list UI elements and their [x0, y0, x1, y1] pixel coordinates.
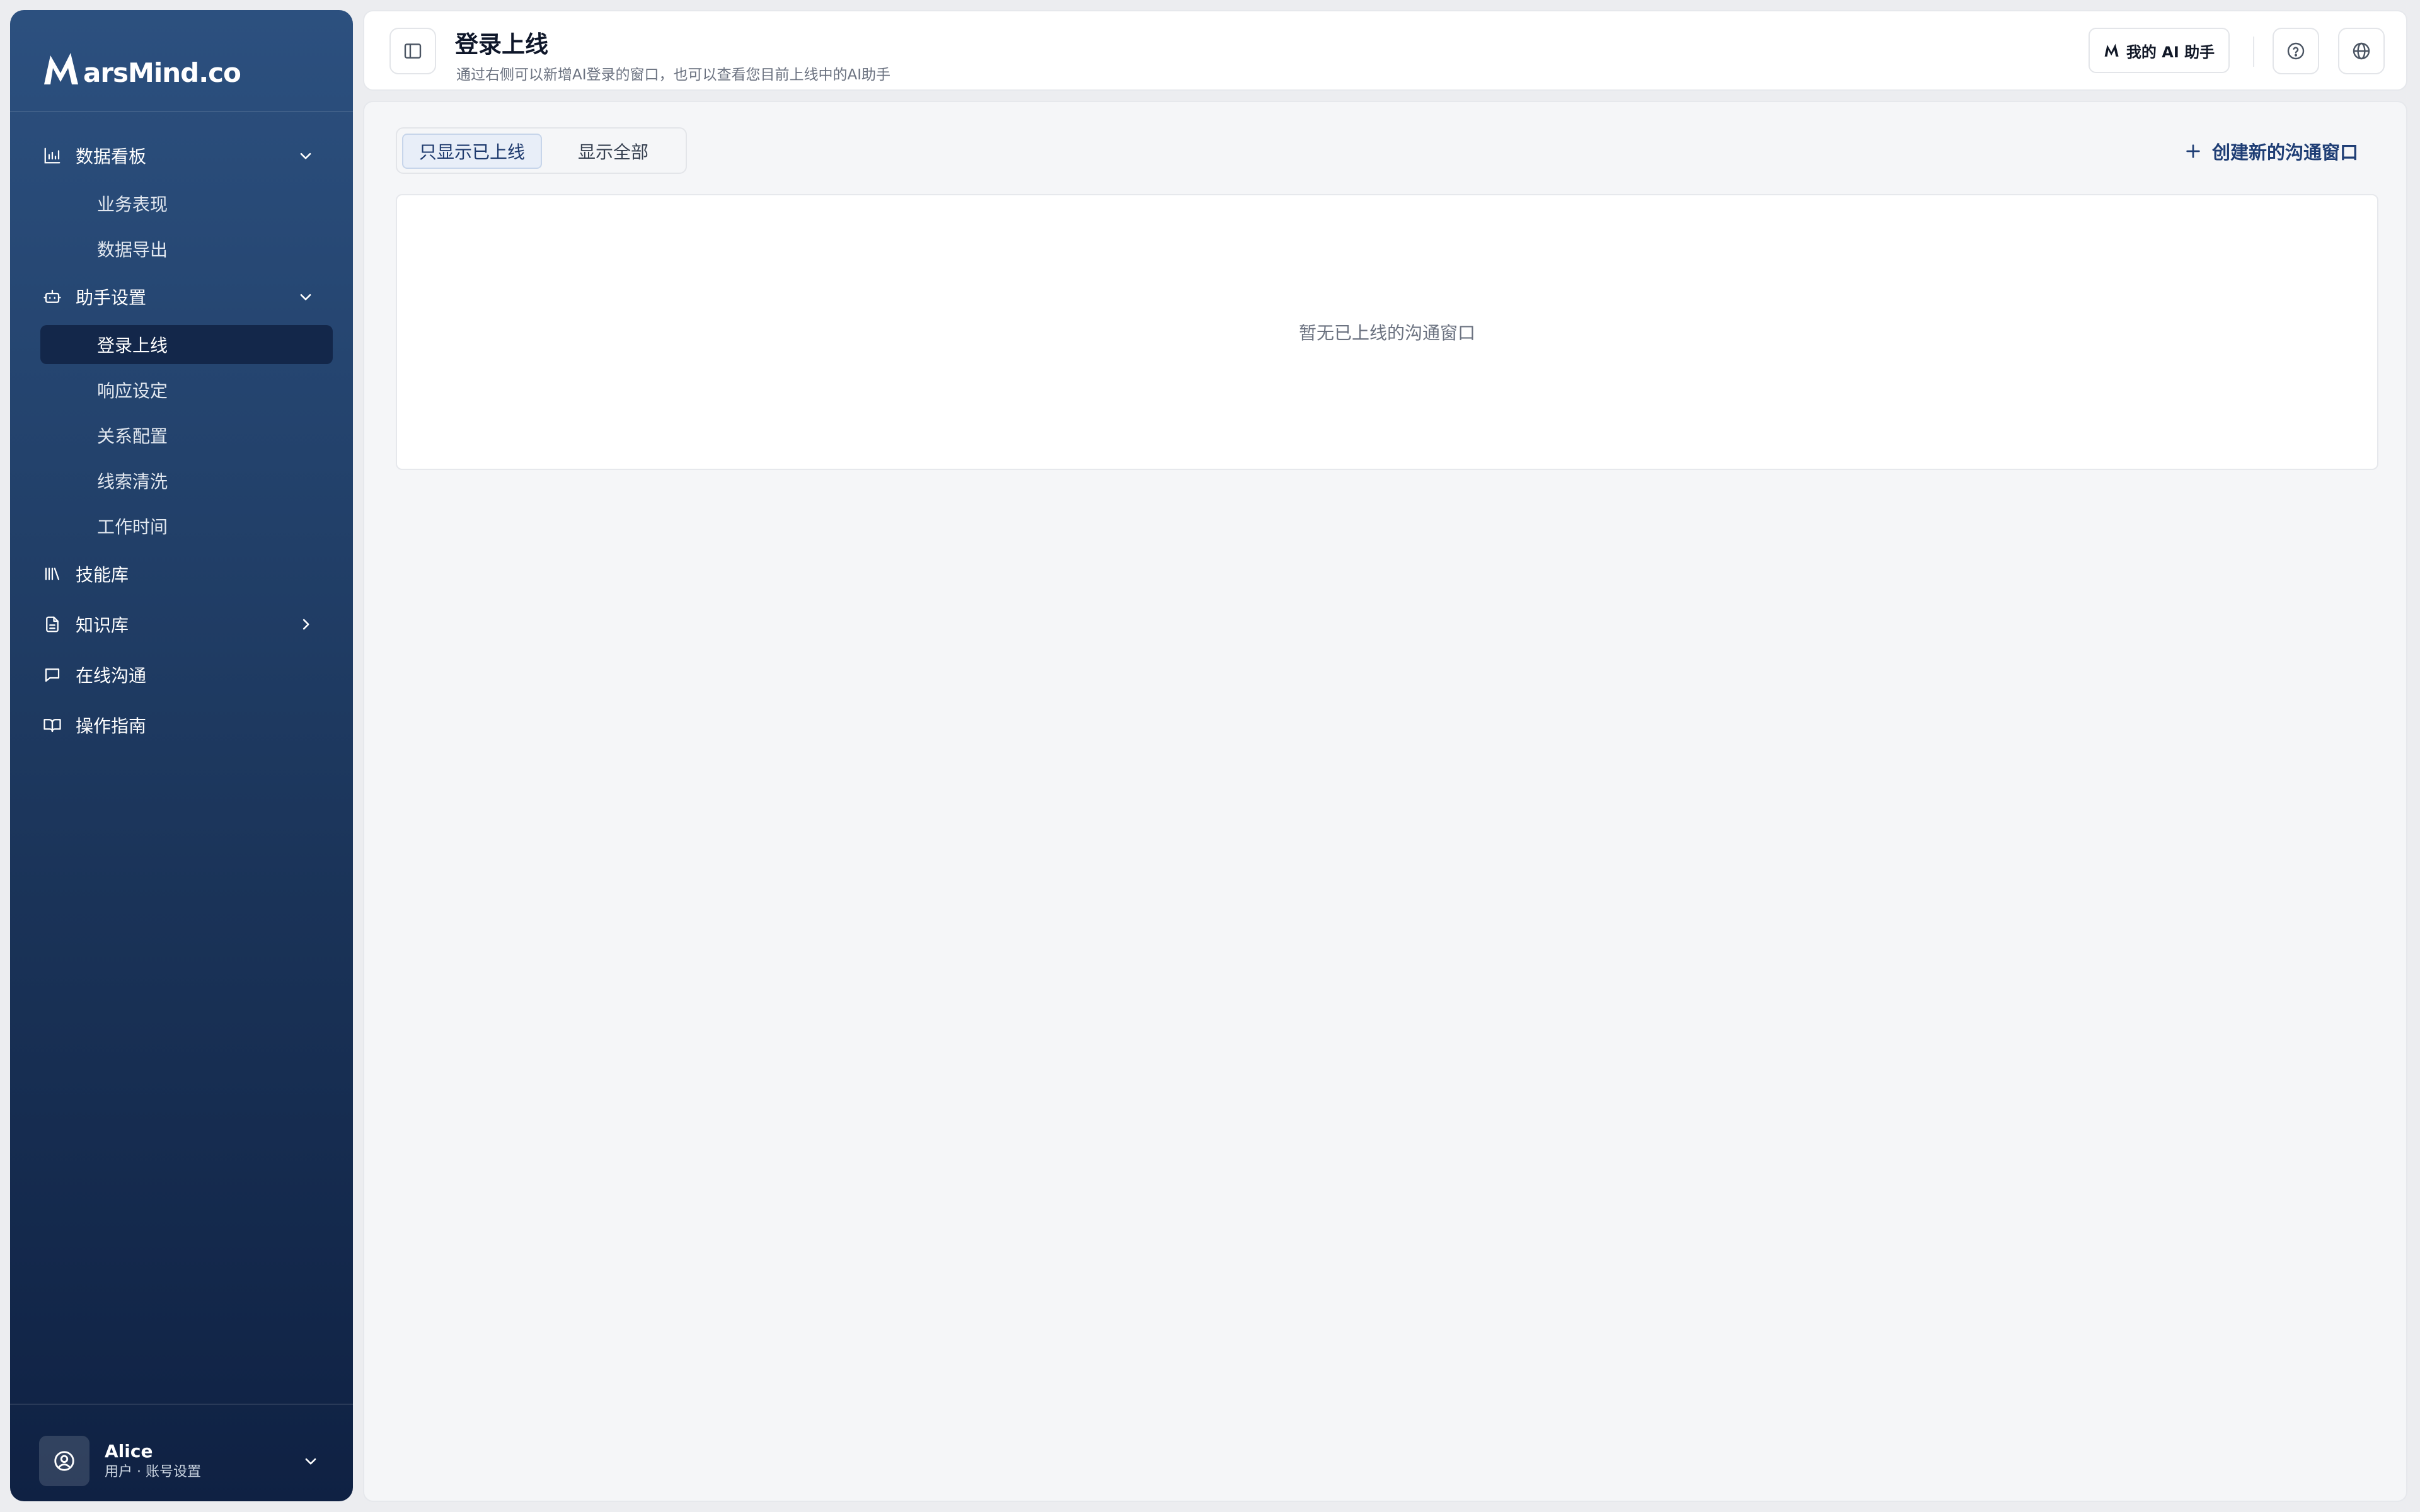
- user-menu[interactable]: Alice 用户 · 账号设置: [39, 1435, 335, 1487]
- sidebar-item-online-chat[interactable]: 在线沟通: [42, 655, 331, 694]
- sidebar-item-relationship-config[interactable]: 关系配置: [40, 416, 333, 455]
- sidebar-item-knowledge-base[interactable]: 知识库: [42, 605, 331, 644]
- sidebar-item-label: 登录上线: [97, 335, 168, 356]
- page-subtitle: 通过右侧可以新增AI登录的窗口，也可以查看您目前上线中的AI助手: [456, 67, 891, 83]
- sidebar-group-dashboard[interactable]: 数据看板: [42, 136, 331, 175]
- sidebar-item-label: 关系配置: [97, 426, 168, 447]
- top-header: 登录上线 通过右侧可以新增AI登录的窗口，也可以查看您目前上线中的AI助手 我的…: [363, 10, 2407, 91]
- sidebar-item-label: 线索清洗: [97, 471, 168, 492]
- chevron-down-icon[interactable]: [300, 1450, 321, 1472]
- sidebar-item-response-settings[interactable]: 响应设定: [40, 370, 333, 410]
- sidebar-item-label: 知识库: [76, 615, 129, 636]
- sidebar-divider: [10, 1404, 353, 1405]
- message-icon: [42, 664, 63, 685]
- online-filter-toggle: 只显示已上线 显示全部: [396, 127, 687, 174]
- sidebar-toggle-icon: [404, 43, 422, 59]
- marsmind-m-logo-icon: [44, 53, 78, 84]
- page-title: 登录上线: [455, 31, 548, 58]
- chevron-right-icon[interactable]: [295, 614, 316, 635]
- sidebar-item-user-guide[interactable]: 操作指南: [42, 706, 331, 745]
- chevron-down-icon[interactable]: [295, 145, 316, 166]
- bot-icon: [42, 286, 63, 307]
- help-button[interactable]: [2273, 28, 2319, 74]
- create-chat-window-button[interactable]: 创建新的沟通窗口: [2183, 136, 2358, 166]
- sidebar-toggle-button[interactable]: [389, 28, 436, 74]
- empty-state-message: 暂无已上线的沟通窗口: [1298, 323, 1475, 343]
- sidebar-item-label: 数据导出: [97, 239, 168, 260]
- user-subtitle: 用户 · 账号设置: [105, 1464, 201, 1480]
- brand-logo[interactable]: arsMind.co: [42, 45, 241, 89]
- bar-chart-icon: [42, 145, 63, 166]
- ai-button-label: 我的 AI 助手: [2126, 43, 2215, 61]
- language-button[interactable]: [2338, 28, 2385, 74]
- avatar: [39, 1436, 89, 1486]
- chevron-down-icon[interactable]: [295, 286, 316, 307]
- sidebar-item-label: 技能库: [76, 564, 129, 585]
- plus-icon: [2186, 144, 2200, 158]
- book-open-icon: [42, 714, 63, 736]
- sidebar-item-working-hours[interactable]: 工作时间: [40, 507, 333, 546]
- sidebar-divider: [10, 111, 353, 112]
- sidebar: arsMind.co 数据看板 业务表现 数据导出 助手设置 登录上线 响应设定…: [10, 10, 353, 1501]
- user-circle-icon: [54, 1451, 74, 1471]
- sidebar-group-label: 助手设置: [76, 287, 147, 308]
- filter-online-only-tab[interactable]: 只显示已上线: [402, 134, 542, 169]
- library-icon: [42, 563, 63, 585]
- main-content: 只显示已上线 显示全部 创建新的沟通窗口 暂无已上线的沟通窗口: [363, 101, 2407, 1502]
- file-text-icon: [42, 614, 63, 635]
- sidebar-item-label: 响应设定: [97, 381, 168, 401]
- sidebar-item-skill-library[interactable]: 技能库: [42, 554, 331, 593]
- sidebar-item-login-online[interactable]: 登录上线: [40, 325, 333, 364]
- marsmind-m-logo-icon: [2104, 43, 2119, 57]
- sidebar-item-data-export[interactable]: 数据导出: [40, 229, 333, 268]
- globe-icon: [2353, 42, 2370, 60]
- sidebar-item-label: 操作指南: [76, 716, 147, 736]
- sidebar-item-business-performance[interactable]: 业务表现: [40, 184, 333, 223]
- sidebar-item-label: 业务表现: [97, 194, 168, 215]
- my-ai-assistant-button[interactable]: 我的 AI 助手: [2089, 28, 2230, 73]
- chat-window-list: 暂无已上线的沟通窗口: [396, 194, 2378, 470]
- header-divider: [2253, 37, 2254, 67]
- filter-show-all-tab[interactable]: 显示全部: [548, 134, 678, 169]
- brand-name: arsMind.co: [83, 57, 241, 88]
- sidebar-item-label: 在线沟通: [76, 665, 147, 686]
- sidebar-item-label: 工作时间: [97, 517, 168, 537]
- sidebar-group-label: 数据看板: [76, 146, 147, 167]
- user-name: Alice: [105, 1441, 153, 1462]
- help-circle-icon: [2287, 42, 2305, 60]
- create-button-label: 创建新的沟通窗口: [2211, 142, 2358, 163]
- sidebar-item-lead-cleaning[interactable]: 线索清洗: [40, 461, 333, 500]
- sidebar-group-assistant-settings[interactable]: 助手设置: [42, 277, 331, 316]
